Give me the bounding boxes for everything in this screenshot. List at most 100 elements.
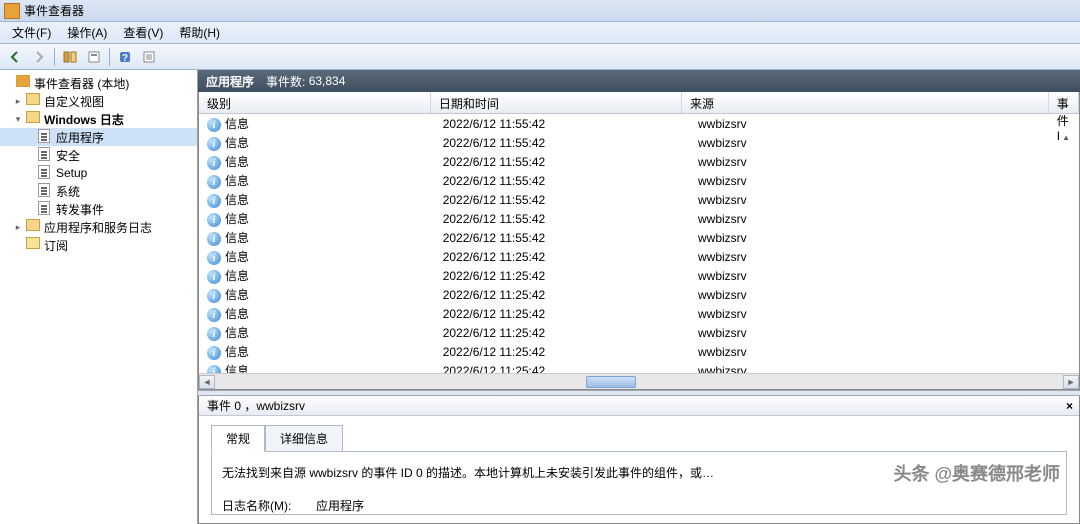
column-headers: 级别 日期和时间 来源 事件 I▲ [199,92,1079,114]
show-hide-tree-button[interactable] [59,46,81,68]
cell-level: 信息 [225,269,249,283]
expander-icon[interactable]: ▾ [12,114,24,125]
back-button[interactable] [4,46,26,68]
table-row[interactable]: i信息2022/6/12 11:25:42wwbizsrv [199,361,1079,373]
table-row[interactable]: i信息2022/6/12 11:55:42wwbizsrv [199,190,1079,209]
main-area: 事件查看器 (本地) ▸ 自定义视图 ▾ Windows 日志 应用程序 安全 … [0,70,1080,524]
info-icon: i [207,118,221,132]
app-icon [4,3,20,19]
info-icon: i [207,327,221,341]
help-button[interactable]: ? [114,46,136,68]
col-header-source[interactable]: 来源 [682,92,1049,113]
tree-windows-logs[interactable]: ▾ Windows 日志 [0,110,197,128]
table-row[interactable]: i信息2022/6/12 11:25:42wwbizsrv [199,266,1079,285]
cell-datetime: 2022/6/12 11:25:42 [435,363,690,374]
cell-eventid [1063,256,1079,258]
cell-level: 信息 [225,345,249,359]
event-rows[interactable]: i信息2022/6/12 11:55:42wwbizsrvi信息2022/6/1… [199,114,1079,373]
tree-app-service-logs[interactable]: ▸ 应用程序和服务日志 [0,218,197,236]
table-row[interactable]: i信息2022/6/12 11:25:42wwbizsrv [199,285,1079,304]
subscriptions-icon [26,237,42,253]
menu-view[interactable]: 查看(V) [115,22,171,43]
tree-forwarded[interactable]: 转发事件 [0,200,197,218]
expander-icon[interactable]: ▸ [12,222,24,233]
cell-eventid [1063,199,1079,201]
cell-datetime: 2022/6/12 11:55:42 [435,173,690,189]
tree-root[interactable]: 事件查看器 (本地) [0,74,197,92]
tab-general[interactable]: 常规 [211,425,265,452]
tree-label: 转发事件 [56,201,104,218]
detail-body: 无法找到来自源 wwbizsrv 的事件 ID 0 的描述。本地计算机上未安装引… [211,451,1067,515]
cell-level: 信息 [225,174,249,188]
cell-level: 信息 [225,193,249,207]
scroll-left-arrow[interactable]: ◄ [199,375,215,389]
cell-datetime: 2022/6/12 11:55:42 [435,192,690,208]
table-row[interactable]: i信息2022/6/12 11:25:42wwbizsrv [199,304,1079,323]
cell-datetime: 2022/6/12 11:55:42 [435,230,690,246]
table-row[interactable]: i信息2022/6/12 11:55:42wwbizsrv [199,133,1079,152]
info-icon: i [207,251,221,265]
close-detail-button[interactable]: × [1066,399,1073,413]
menu-help[interactable]: 帮助(H) [171,22,228,43]
info-icon: i [207,289,221,303]
info-icon: i [207,232,221,246]
event-count: 63,834 [309,74,346,88]
table-row[interactable]: i信息2022/6/12 11:25:42wwbizsrv [199,247,1079,266]
cell-source: wwbizsrv [690,344,1063,360]
tree-label: 安全 [56,147,80,164]
folder-icon [26,219,42,235]
table-row[interactable]: i信息2022/6/12 11:55:42wwbizsrv [199,209,1079,228]
scroll-thumb[interactable] [586,376,636,388]
forward-button[interactable] [28,46,50,68]
folder-icon [26,111,42,127]
info-icon: i [207,156,221,170]
cell-datetime: 2022/6/12 11:25:42 [435,306,690,322]
table-row[interactable]: i信息2022/6/12 11:55:42wwbizsrv [199,114,1079,133]
log-icon [38,129,54,145]
tab-details[interactable]: 详细信息 [265,425,343,452]
window-title: 事件查看器 [24,2,84,19]
table-row[interactable]: i信息2022/6/12 11:55:42wwbizsrv [199,152,1079,171]
cell-eventid [1063,180,1079,182]
svg-text:?: ? [122,53,128,64]
expander-icon[interactable]: ▸ [12,96,24,107]
cell-eventid [1063,370,1079,372]
detail-message: 无法找到来自源 wwbizsrv 的事件 ID 0 的描述。本地计算机上未安装引… [222,464,1056,481]
table-row[interactable]: i信息2022/6/12 11:55:42wwbizsrv [199,228,1079,247]
cell-source: wwbizsrv [690,306,1063,322]
col-header-level[interactable]: 级别 [199,92,431,113]
scroll-right-arrow[interactable]: ► [1063,375,1079,389]
table-row[interactable]: i信息2022/6/12 11:25:42wwbizsrv [199,323,1079,342]
menu-file[interactable]: 文件(F) [4,22,59,43]
table-row[interactable]: i信息2022/6/12 11:25:42wwbizsrv [199,342,1079,361]
horizontal-scrollbar[interactable]: ◄ ► [199,373,1079,389]
menu-action[interactable]: 操作(A) [59,22,115,43]
info-icon: i [207,194,221,208]
content-pane: 应用程序 事件数: 63,834 级别 日期和时间 来源 事件 I▲ i信息20… [198,70,1080,524]
tree-label: 应用程序和服务日志 [44,219,152,236]
window-titlebar: 事件查看器 [0,0,1080,22]
cell-eventid [1063,142,1079,144]
cell-eventid [1063,123,1079,125]
info-icon: i [207,213,221,227]
table-row[interactable]: i信息2022/6/12 11:55:42wwbizsrv [199,171,1079,190]
cell-level: 信息 [225,307,249,321]
tree-custom-views[interactable]: ▸ 自定义视图 [0,92,197,110]
tree-application[interactable]: 应用程序 [0,128,197,146]
tree-subscriptions[interactable]: 订阅 [0,236,197,254]
tree-system[interactable]: 系统 [0,182,197,200]
refresh-button[interactable] [138,46,160,68]
detail-title: 事件 0 ，wwbizsrv [207,397,305,414]
cell-level: 信息 [225,117,249,131]
col-header-eventid[interactable]: 事件 I▲ [1049,92,1079,113]
log-name-row: 日志名称(M): 应用程序 [222,497,1056,514]
tree-label: 事件查看器 (本地) [34,75,129,92]
tree-security[interactable]: 安全 [0,146,197,164]
tree-setup[interactable]: Setup [0,164,197,182]
pane-title: 应用程序 [206,73,254,90]
info-icon: i [207,175,221,189]
event-viewer-icon [16,75,32,91]
folder-icon [26,93,42,109]
col-header-datetime[interactable]: 日期和时间 [431,92,682,113]
properties-button[interactable] [83,46,105,68]
